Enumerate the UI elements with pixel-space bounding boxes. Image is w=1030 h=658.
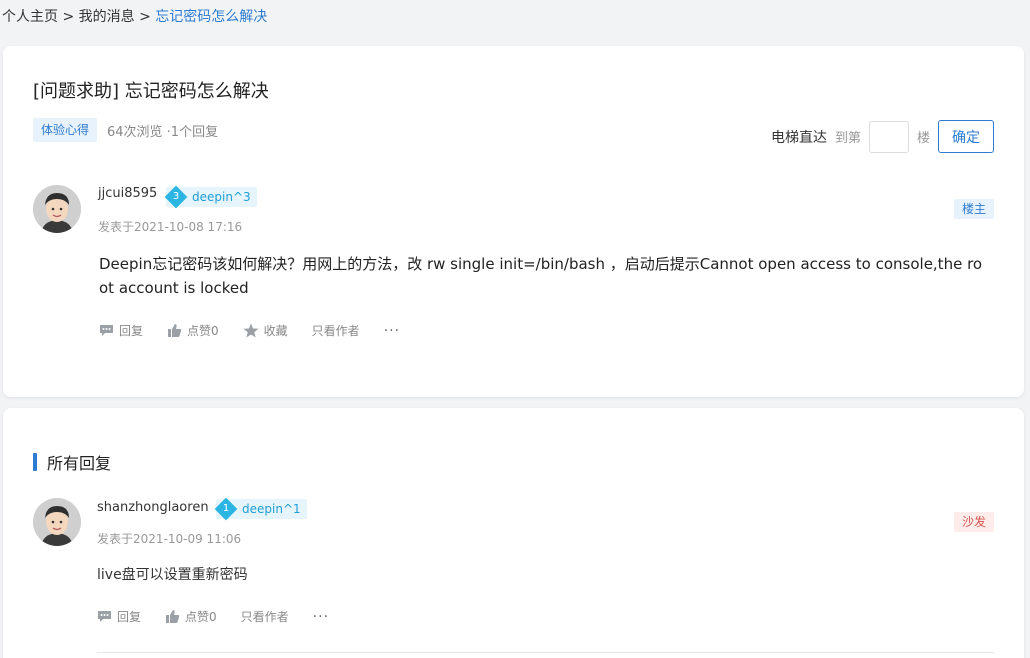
breadcrumb-separator: > — [139, 9, 151, 25]
reply-date: 发表于2021-10-09 11:06 — [97, 532, 242, 546]
divider — [97, 652, 994, 653]
avatar-icon — [33, 185, 81, 233]
favorite-button[interactable]: 收藏 — [243, 322, 288, 339]
level-diamond-icon: 3 — [164, 185, 188, 209]
floor-jump: 电梯直达 到第 楼 确定 — [771, 120, 994, 153]
breadcrumb-current: 忘记密码怎么解决 — [155, 9, 268, 25]
floor-jump-prefix: 到第 — [834, 131, 861, 146]
level-badge: 3 deepin^3 — [164, 185, 257, 209]
comment-icon — [98, 611, 111, 622]
more-icon[interactable]: ··· — [313, 609, 329, 625]
avatar[interactable] — [33, 498, 81, 546]
thumbs-up-icon — [166, 610, 180, 623]
level-diamond-icon: 1 — [214, 497, 238, 521]
post-title: [问题求助] 忘记密码怎么解决 — [33, 81, 269, 102]
floor-jump-suffix: 楼 — [916, 131, 930, 146]
reply-actions: 回复 点赞0 只看作者 ··· — [97, 608, 329, 625]
reply-button[interactable]: 回复 — [99, 322, 143, 339]
level-badge: 1 deepin^1 — [214, 497, 307, 521]
comment-icon — [100, 325, 113, 336]
avatar[interactable] — [33, 185, 81, 233]
reply-content: live盘可以设置重新密码 — [97, 567, 248, 583]
star-icon — [243, 323, 259, 338]
confirm-button[interactable]: 确定 — [938, 120, 994, 153]
author-only-button[interactable]: 只看作者 — [312, 322, 360, 339]
reply-button[interactable]: 回复 — [97, 608, 141, 625]
author-only-button[interactable]: 只看作者 — [241, 608, 289, 625]
avatar-icon — [33, 498, 81, 546]
post-stats: 64次浏览 ·1个回复 — [107, 125, 219, 140]
owner-badge: 楼主 — [953, 199, 994, 219]
sofa-badge: 沙发 — [953, 512, 994, 532]
breadcrumb: 个人主页 > 我的消息 > 忘记密码怎么解决 — [2, 6, 267, 26]
replies-card: 所有回复 shanzhonglaoren 1 deepin^1 发表于2021-… — [3, 408, 1024, 658]
more-icon[interactable]: ··· — [384, 323, 400, 339]
section-bar — [33, 453, 37, 471]
level-name: deepin^3 — [192, 190, 251, 204]
reply-username[interactable]: shanzhonglaoren — [97, 500, 209, 515]
breadcrumb-separator: > — [62, 9, 75, 25]
level-name: deepin^1 — [242, 502, 301, 516]
post-card: [问题求助] 忘记密码怎么解决 体验心得 64次浏览 ·1个回复 电梯直达 到第… — [3, 46, 1024, 397]
like-button[interactable]: 点赞0 — [165, 608, 217, 625]
post-actions: 回复 点赞0 收藏 只看作者 ··· — [99, 322, 400, 339]
author-username[interactable]: jjcui8595 — [98, 186, 157, 201]
thumbs-up-icon — [168, 324, 182, 337]
like-button[interactable]: 点赞0 — [167, 322, 219, 339]
floor-number-input[interactable] — [868, 120, 909, 153]
post-tag[interactable]: 体验心得 — [33, 118, 98, 142]
replies-section-title: 所有回复 — [33, 450, 111, 474]
post-content: Deepin忘记密码该如何解决？用网上的方法，改 rw single init=… — [99, 255, 983, 297]
post-date: 发表于2021-10-08 17:16 — [98, 220, 243, 234]
breadcrumb-home[interactable]: 个人主页 — [2, 9, 58, 25]
floor-jump-label: 电梯直达 — [770, 129, 827, 146]
breadcrumb-messages[interactable]: 我的消息 — [79, 9, 135, 25]
